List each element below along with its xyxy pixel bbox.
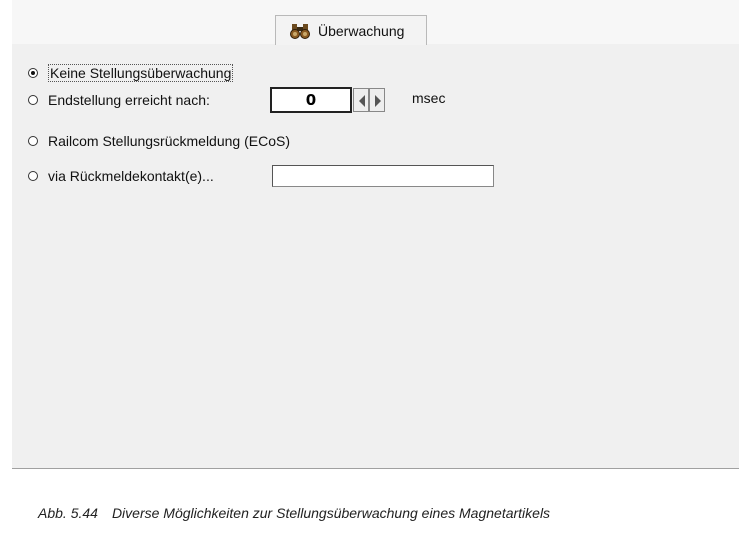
option-rueckmeldekontakt[interactable]: via Rückmeldekontakt(e)... xyxy=(28,166,214,186)
increment-button[interactable] xyxy=(369,88,385,112)
binoculars-icon xyxy=(290,22,310,40)
radio-endstellung[interactable] xyxy=(28,95,38,105)
delay-input[interactable]: 0 xyxy=(270,87,352,113)
feedback-contacts-input[interactable] xyxy=(272,165,494,187)
option-railcom[interactable]: Railcom Stellungsrückmeldung (ECoS) xyxy=(28,131,290,151)
radio-railcom[interactable] xyxy=(28,136,38,146)
option-keine-ueberwachung[interactable]: Keine Stellungsüberwachung xyxy=(28,63,234,83)
arrow-left-icon xyxy=(359,95,365,107)
radio-rueckmeldekontakt[interactable] xyxy=(28,171,38,181)
option-label: via Rückmeldekontakt(e)... xyxy=(48,168,214,184)
dialog-window: Überwachung Keine Stellungsüberwachung E… xyxy=(12,0,739,482)
tab-ueberwachung[interactable]: Überwachung xyxy=(275,15,427,45)
tab-label: Überwachung xyxy=(318,23,405,39)
figure-caption: Abb. 5.44 Diverse Möglichkeiten zur Stell… xyxy=(38,505,550,521)
caption-number: Abb. 5.44 xyxy=(38,505,98,521)
option-label: Railcom Stellungsrückmeldung (ECoS) xyxy=(48,133,290,149)
option-label: Keine Stellungsüberwachung xyxy=(48,64,234,82)
delay-unit: msec xyxy=(412,90,446,106)
caption-text: Diverse Möglichkeiten zur Stellungsüberw… xyxy=(111,505,551,521)
option-label: Endstellung erreicht nach: xyxy=(48,92,210,108)
option-endstellung[interactable]: Endstellung erreicht nach: xyxy=(28,90,210,110)
radio-keine-ueberwachung[interactable] xyxy=(28,68,38,78)
decrement-button[interactable] xyxy=(353,88,369,112)
arrow-right-icon xyxy=(375,95,381,107)
